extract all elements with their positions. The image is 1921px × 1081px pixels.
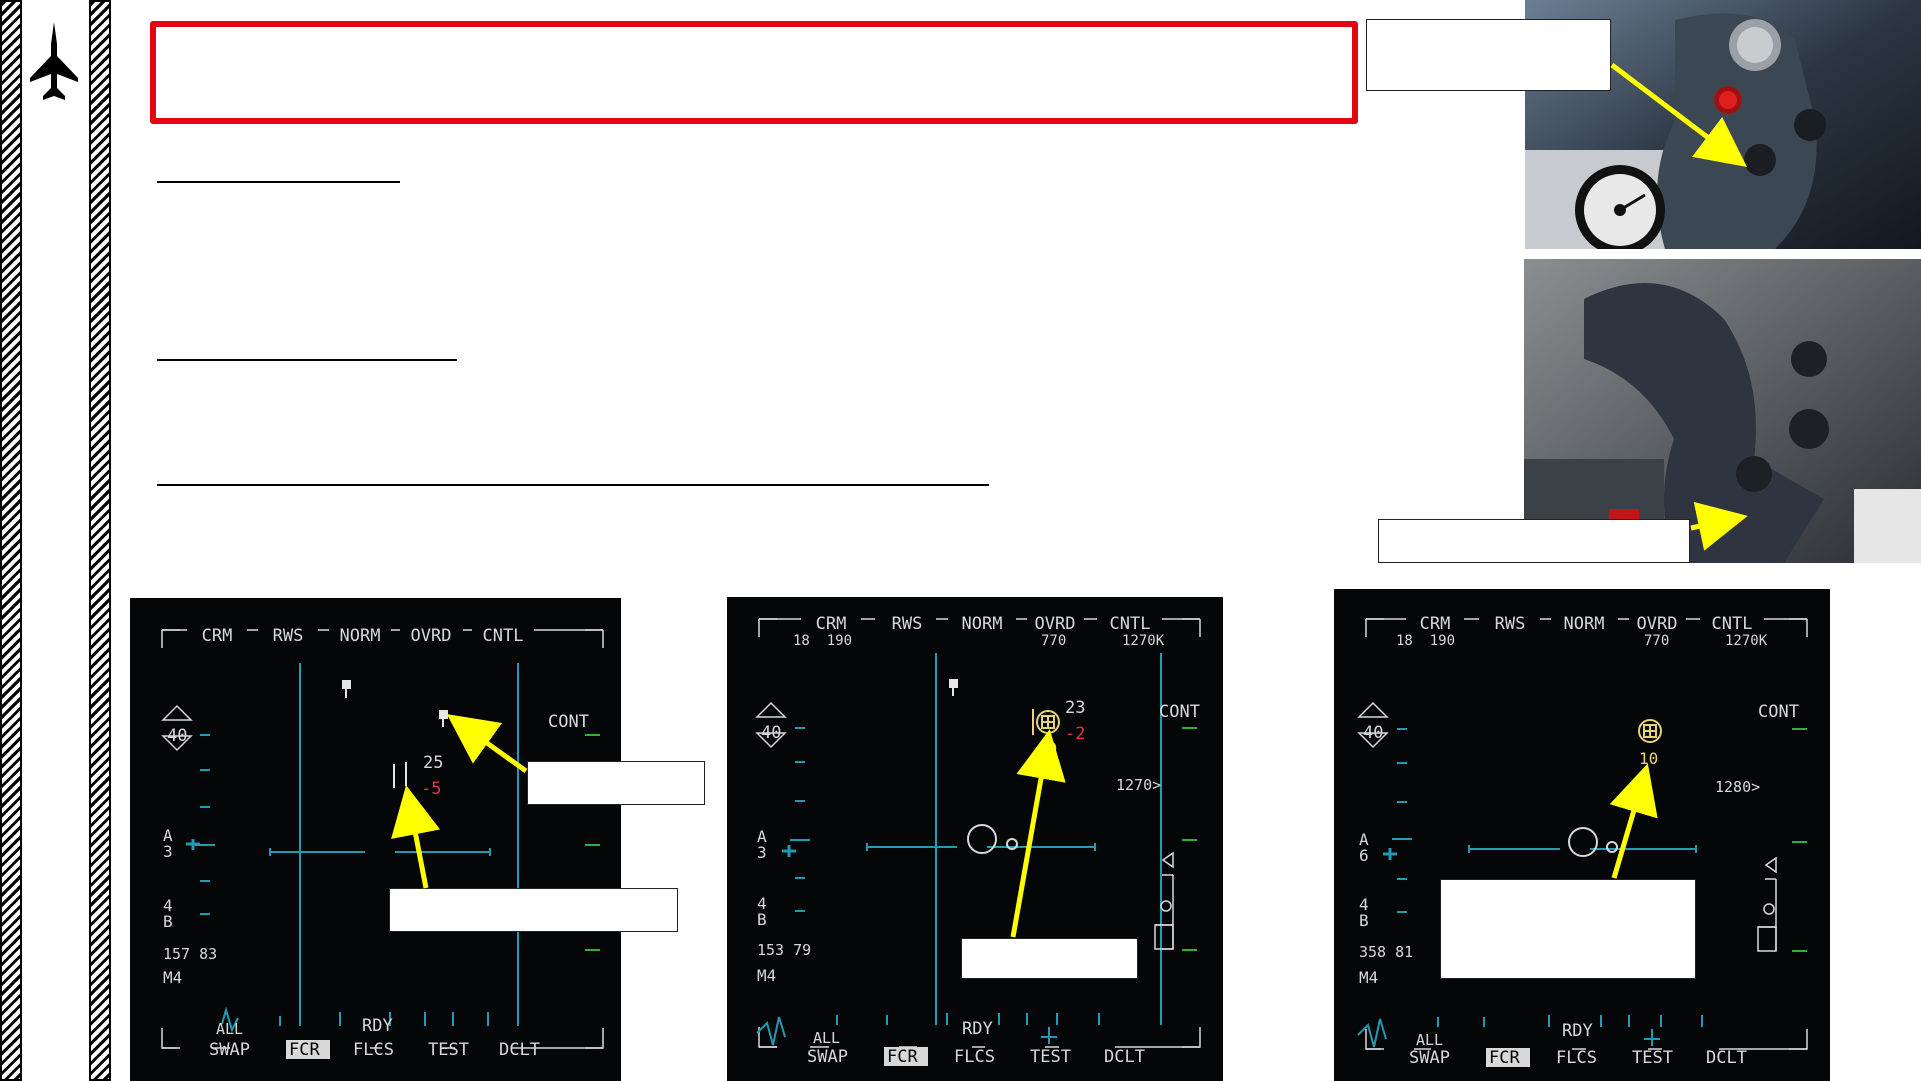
arrow-mfd2-lock [1010,729,1066,938]
mfd-arrows [391,714,1658,938]
arrow-mfd3-lock [1609,763,1658,879]
arrow-mfd1-target [446,714,528,774]
arrow-mfd1-cursor [391,785,441,889]
